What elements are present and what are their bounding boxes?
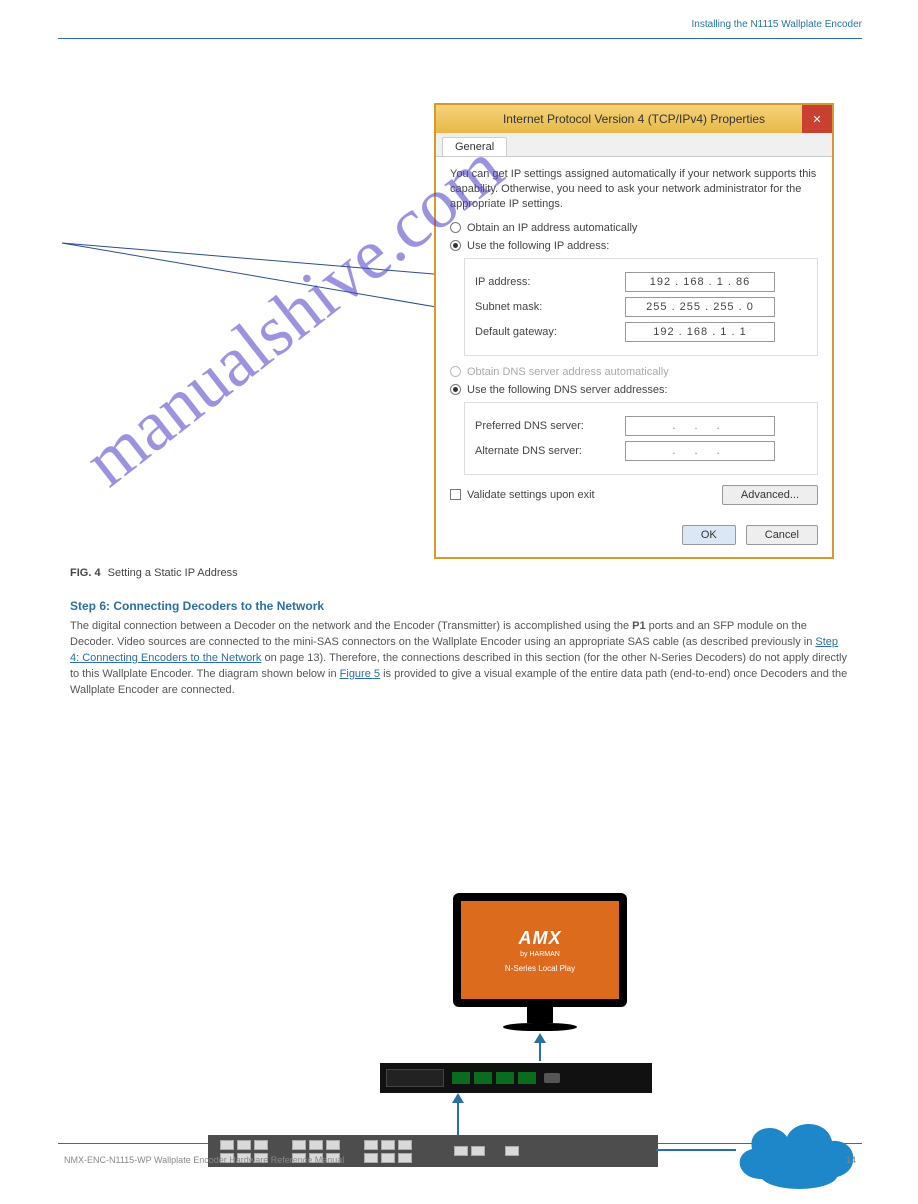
decoder-unit: [380, 1063, 652, 1093]
input-pref-dns[interactable]: . . .: [625, 416, 775, 436]
label-pref-dns: Preferred DNS server:: [475, 420, 625, 432]
switch-portgroup: [505, 1146, 519, 1156]
radio-label: Use the following IP address:: [467, 240, 609, 252]
input-subnet[interactable]: 255 . 255 . 255 . 0: [625, 297, 775, 317]
monitor-screen: AMX by HARMAN N-Series Local Play: [461, 901, 619, 999]
port: [496, 1072, 514, 1084]
footer-left: NMX-ENC-N1115-WP Wallplate Encoder Hardw…: [64, 1155, 344, 1165]
link-fig5[interactable]: Figure 5: [340, 668, 380, 680]
radio-icon: [450, 366, 461, 377]
monitor-bezel: AMX by HARMAN N-Series Local Play: [453, 893, 627, 1007]
amx-logo: AMX: [519, 928, 562, 949]
step6-body: The digital connection between a Decoder…: [70, 619, 850, 699]
text-bold: P1: [632, 620, 645, 632]
label-gateway: Default gateway:: [475, 326, 625, 338]
static-ip-group: IP address: 192 . 168 . 1 . 86 Subnet ma…: [464, 258, 818, 356]
rack-panel: [386, 1069, 444, 1087]
checkbox-validate[interactable]: Validate settings upon exit: [450, 489, 595, 501]
ipv4-properties-dialog: Internet Protocol Version 4 (TCP/IPv4) P…: [434, 103, 834, 559]
monitor-stand: [527, 1007, 553, 1023]
label-subnet: Subnet mask:: [475, 301, 625, 313]
input-alt-dns[interactable]: . . .: [625, 441, 775, 461]
port: [474, 1072, 492, 1084]
radio-label: Obtain DNS server address automatically: [467, 366, 669, 378]
dialog-buttons: OK Cancel: [436, 515, 832, 557]
radio-auto-ip[interactable]: Obtain an IP address automatically: [450, 222, 818, 234]
radio-icon: [450, 384, 461, 395]
dialog-description: You can get IP settings assigned automat…: [450, 167, 818, 212]
fig4-heading: FIG. 4 Setting a Static IP Address: [70, 567, 238, 579]
footer-right: 14: [846, 1155, 856, 1165]
radio-icon: [450, 240, 461, 251]
fig4-caption: Setting a Static IP Address: [108, 567, 238, 579]
text: Video sources are connected to the mini-…: [117, 636, 815, 648]
switch-portgroup: [454, 1146, 485, 1156]
port: [452, 1072, 470, 1084]
radio-label: Obtain an IP address automatically: [467, 222, 637, 234]
arrow-up-icon: [530, 1033, 550, 1063]
static-dns-group: Preferred DNS server: . . . Alternate DN…: [464, 402, 818, 475]
monitor-illustration: AMX by HARMAN N-Series Local Play: [453, 893, 627, 1031]
ok-button[interactable]: OK: [682, 525, 736, 545]
tab-row: General: [436, 133, 832, 157]
input-ip[interactable]: 192 . 168 . 1 . 86: [625, 272, 775, 292]
radio-static-ip[interactable]: Use the following IP address:: [450, 240, 818, 252]
radio-icon: [450, 222, 461, 233]
step6-heading: Step 6: Connecting Decoders to the Netwo…: [70, 599, 324, 613]
cloud-icon: [722, 1099, 872, 1204]
radio-static-dns[interactable]: Use the following DNS server addresses:: [450, 384, 818, 396]
label-alt-dns: Alternate DNS server:: [475, 445, 625, 457]
arrow-up-icon: [448, 1093, 468, 1137]
advanced-button[interactable]: Advanced...: [722, 485, 818, 505]
close-icon[interactable]: ✕: [802, 105, 832, 133]
radio-auto-dns: Obtain DNS server address automatically: [450, 366, 818, 378]
input-gateway[interactable]: 192 . 168 . 1 . 1: [625, 322, 775, 342]
amx-byline: by HARMAN: [520, 951, 560, 958]
dialog-titlebar[interactable]: Internet Protocol Version 4 (TCP/IPv4) P…: [436, 105, 832, 133]
label-ip: IP address:: [475, 276, 625, 288]
text: The digital connection between a Decoder…: [70, 620, 632, 632]
amx-tagline: N-Series Local Play: [505, 964, 575, 973]
switch-portgroup: [364, 1140, 424, 1163]
radio-label: Use the following DNS server addresses:: [467, 384, 668, 396]
port: [518, 1072, 536, 1084]
page: Installing the N1115 Wallplate Encoder I…: [58, 38, 862, 1144]
monitor-base: [503, 1023, 577, 1031]
hdmi-port: [544, 1073, 560, 1083]
fig4-tag: FIG. 4: [70, 567, 101, 579]
cancel-button[interactable]: Cancel: [746, 525, 818, 545]
header-right: Installing the N1115 Wallplate Encoder: [692, 19, 862, 30]
checkbox-label: Validate settings upon exit: [467, 489, 595, 501]
dialog-body: You can get IP settings assigned automat…: [436, 157, 832, 515]
tab-general[interactable]: General: [442, 137, 507, 156]
checkbox-icon: [450, 489, 461, 500]
rack-ports: [452, 1072, 536, 1084]
dialog-title: Internet Protocol Version 4 (TCP/IPv4) P…: [503, 112, 765, 126]
